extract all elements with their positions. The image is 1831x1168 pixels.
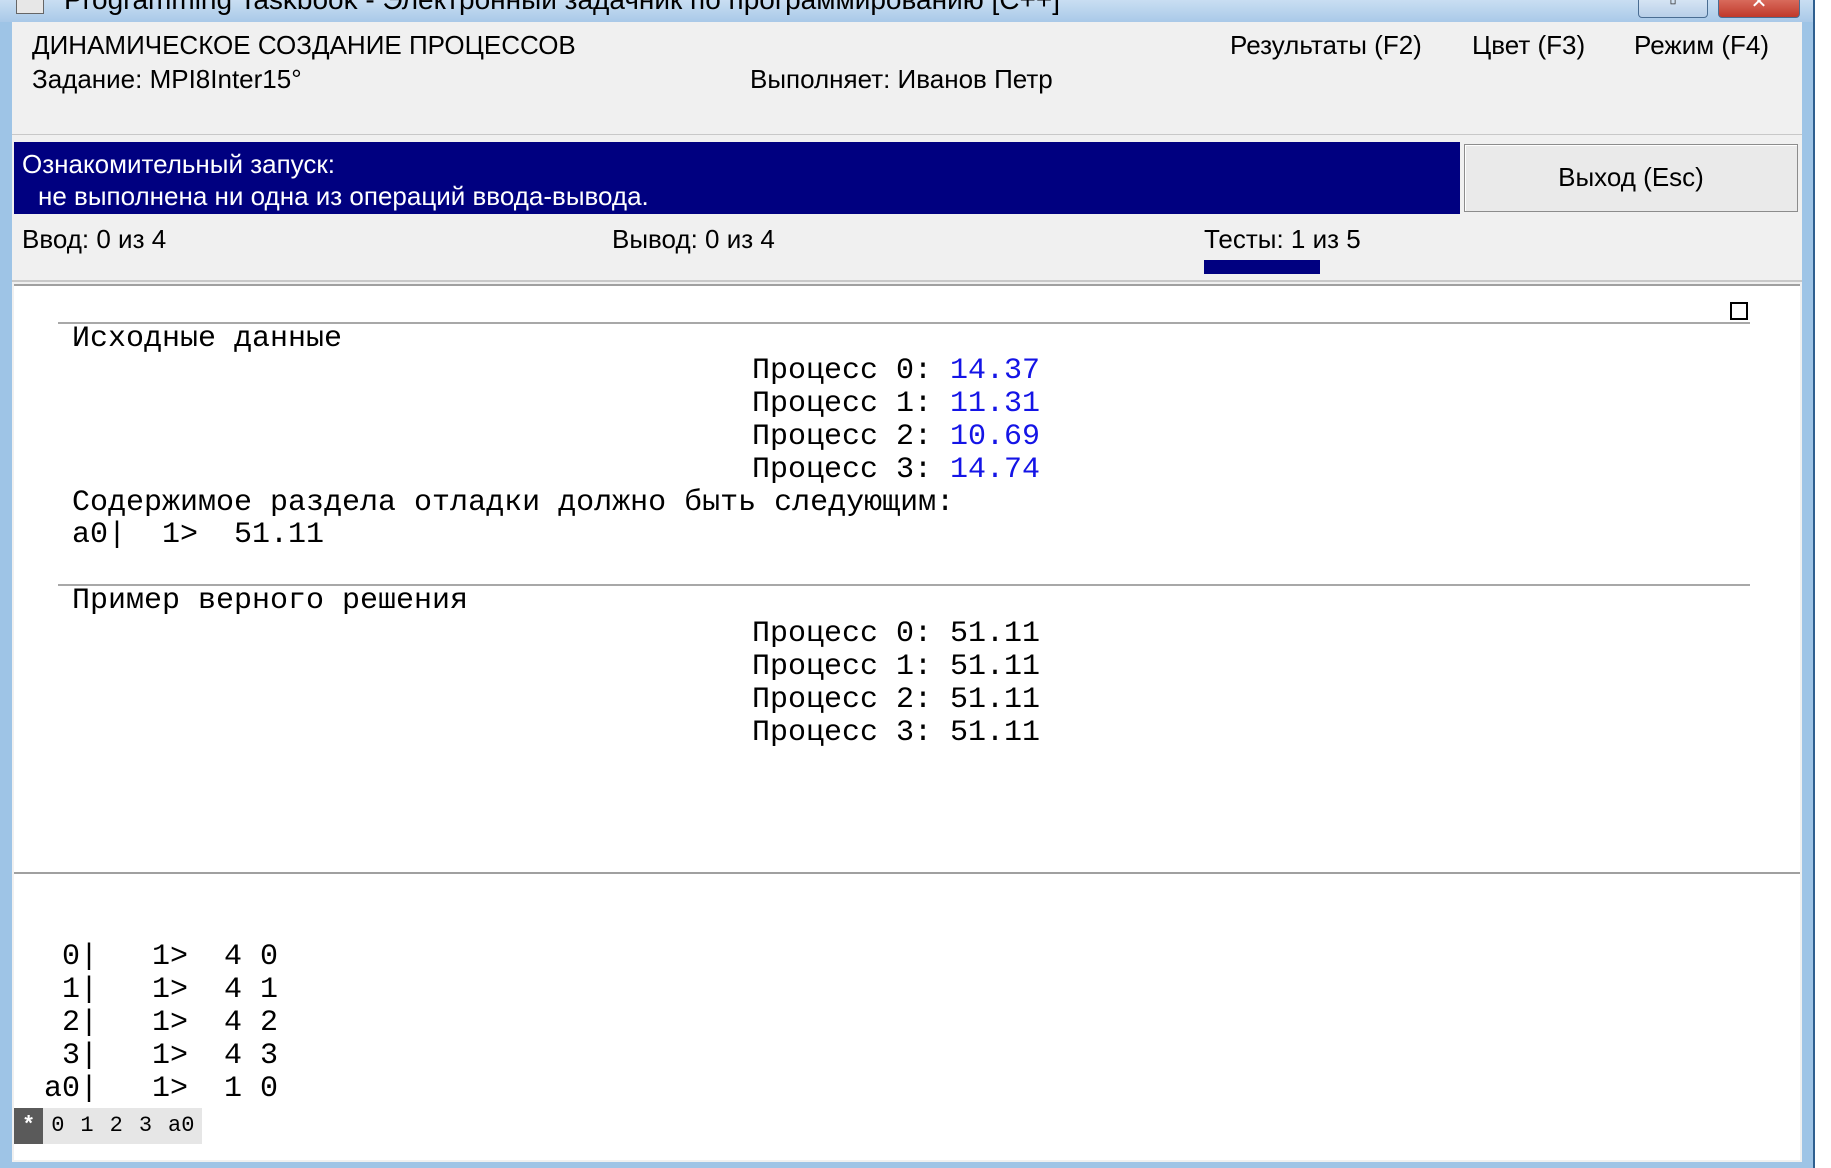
status-line-2: не выполнена ни одна из операций ввода-в… bbox=[38, 181, 649, 211]
task-header: ДИНАМИЧЕСКОЕ СОЗДАНИЕ ПРОЦЕССОВ Задание:… bbox=[12, 22, 1802, 135]
output-counter: Вывод: 0 из 4 bbox=[612, 224, 775, 254]
process-value: 51.11 bbox=[950, 683, 1041, 717]
close-button[interactable]: ✕ bbox=[1718, 0, 1800, 18]
sample-row: Процесс 3: 51.11 bbox=[752, 716, 1040, 750]
sample-row: Процесс 0: 51.11 bbox=[752, 617, 1040, 651]
console-line: 1| 1> 4 1 bbox=[44, 973, 279, 1007]
sample-row: Процесс 1: 51.11 bbox=[752, 650, 1040, 684]
tests-counter: Тесты: 1 из 5 bbox=[1204, 224, 1361, 254]
process-label: Процесс 3: bbox=[752, 453, 933, 487]
tab-all[interactable]: * bbox=[14, 1108, 44, 1144]
tab-process-0[interactable]: 0 bbox=[43, 1108, 72, 1144]
color-menu[interactable]: Цвет (F3) bbox=[1472, 30, 1585, 61]
title-bar[interactable]: Programming Taskbook - Электронный задач… bbox=[0, 0, 1813, 22]
tests-progress-bar bbox=[1204, 260, 1320, 274]
process-label: Процесс 1: bbox=[752, 650, 933, 684]
source-row: Процесс 1: 11.31 bbox=[752, 387, 1040, 421]
console-line: 3| 1> 4 3 bbox=[44, 1039, 279, 1073]
results-menu[interactable]: Результаты (F2) bbox=[1230, 30, 1422, 61]
status-line-1: Ознакомительный запуск: bbox=[22, 149, 335, 179]
process-label: Процесс 2: bbox=[752, 420, 933, 454]
input-counter: Ввод: 0 из 4 bbox=[22, 224, 167, 254]
process-value: 10.69 bbox=[950, 420, 1041, 454]
student-name: Выполняет: Иванов Петр bbox=[750, 64, 1053, 94]
process-value: 51.11 bbox=[950, 617, 1041, 651]
console-line: 2| 1> 4 2 bbox=[44, 1006, 279, 1040]
process-label: Процесс 1: bbox=[752, 387, 933, 421]
process-value: 14.74 bbox=[950, 453, 1041, 487]
tab-process-3[interactable]: 3 bbox=[131, 1108, 160, 1144]
console-line: a0| 1> 1 0 bbox=[44, 1072, 279, 1106]
sample-solution-label: Пример верного решения bbox=[72, 584, 469, 618]
exit-button[interactable]: Выход (Esc) bbox=[1464, 144, 1798, 212]
debug-note: Содержимое раздела отладки должно быть с… bbox=[72, 486, 955, 520]
source-data-label: Исходные данные bbox=[72, 322, 343, 356]
process-value: 51.11 bbox=[950, 650, 1041, 684]
progress-counters: Ввод: 0 из 4 Вывод: 0 из 4 Тесты: 1 из 5 bbox=[12, 218, 1802, 282]
app-icon bbox=[16, 0, 44, 14]
source-row: Процесс 2: 10.69 bbox=[752, 420, 1040, 454]
process-label: Процесс 3: bbox=[752, 716, 933, 750]
tab-process-2[interactable]: 2 bbox=[102, 1108, 131, 1144]
process-value: 51.11 bbox=[950, 716, 1041, 750]
console-line: 0| 1> 4 0 bbox=[44, 940, 279, 974]
task-data-pane[interactable]: Исходные данные Процесс 0: 14.37 Процесс… bbox=[14, 284, 1800, 874]
debug-console[interactable]: 0| 1> 4 0 1| 1> 4 1 2| 1> 4 2 3| 1> 4 3 … bbox=[14, 874, 1800, 1160]
task-name: Задание: MPI8Inter15° bbox=[32, 64, 302, 94]
process-label: Процесс 0: bbox=[752, 617, 933, 651]
window-title: Programming Taskbook - Электронный задач… bbox=[64, 0, 1060, 16]
maximize-pane-icon[interactable] bbox=[1730, 302, 1748, 320]
console-tabs: * 0 1 2 3 a0 bbox=[14, 1108, 203, 1144]
sample-row: Процесс 2: 51.11 bbox=[752, 683, 1040, 717]
process-label: Процесс 0: bbox=[752, 354, 933, 388]
process-value: 11.31 bbox=[950, 387, 1041, 421]
client-area: ДИНАМИЧЕСКОЕ СОЗДАНИЕ ПРОЦЕССОВ Задание:… bbox=[12, 22, 1802, 1162]
debug-expected-line: a0| 1> 51.11 bbox=[72, 518, 325, 552]
mode-menu[interactable]: Режим (F4) bbox=[1634, 30, 1769, 61]
process-label: Процесс 2: bbox=[752, 683, 933, 717]
restore-button[interactable]: ▫ bbox=[1638, 0, 1708, 18]
tab-process-a0[interactable]: a0 bbox=[160, 1108, 202, 1144]
source-row: Процесс 3: 14.74 bbox=[752, 453, 1040, 487]
process-value: 14.37 bbox=[950, 354, 1041, 388]
status-message: Ознакомительный запуск: не выполнена ни … bbox=[14, 142, 1460, 214]
task-group-title: ДИНАМИЧЕСКОЕ СОЗДАНИЕ ПРОЦЕССОВ bbox=[32, 30, 576, 60]
source-row: Процесс 0: 14.37 bbox=[752, 354, 1040, 388]
tab-process-1[interactable]: 1 bbox=[72, 1108, 101, 1144]
app-window: Programming Taskbook - Электронный задач… bbox=[0, 0, 1815, 1168]
